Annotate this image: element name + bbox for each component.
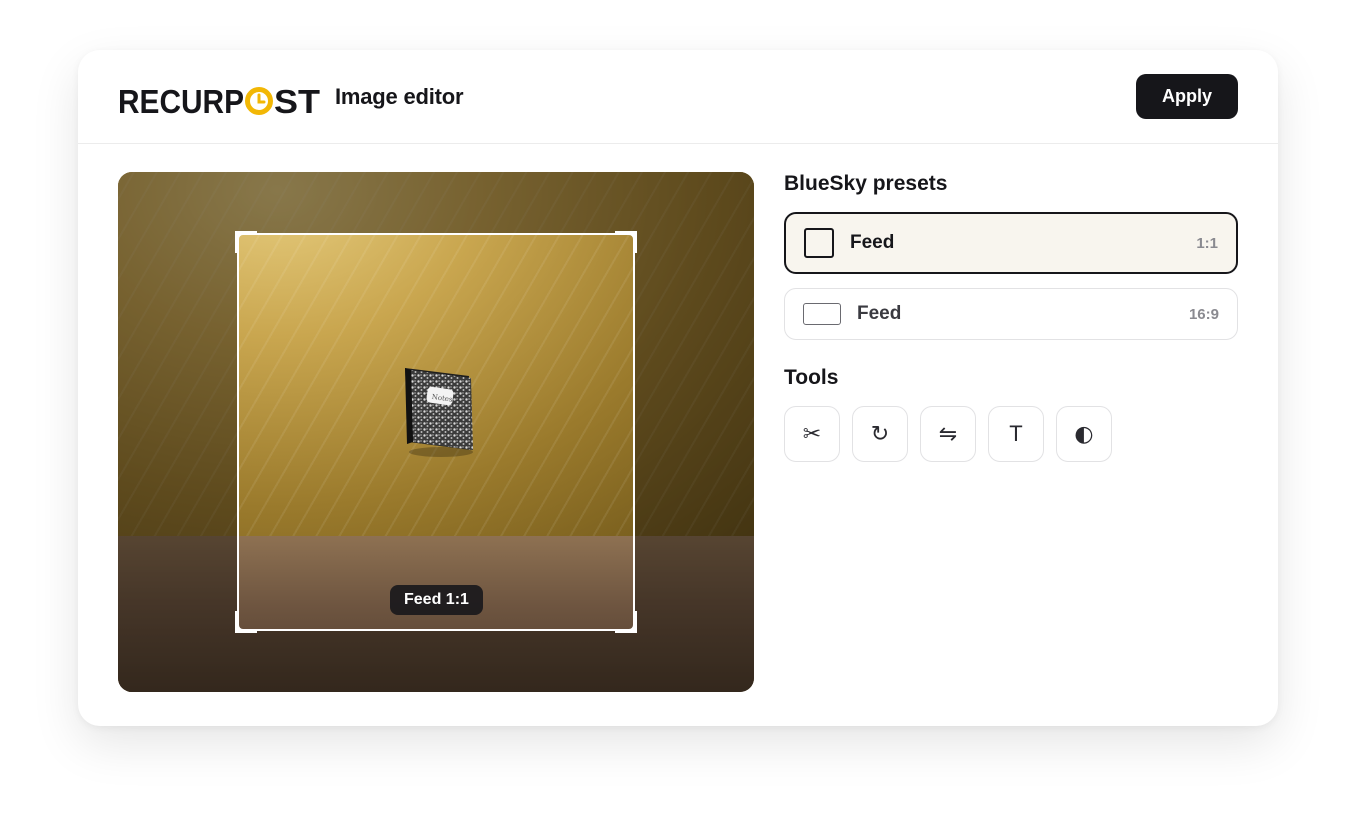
preset-ratio: 16:9 [1188, 305, 1219, 323]
contrast-icon: ◐ [1074, 421, 1094, 447]
presets-title: BlueSky presets [784, 172, 948, 195]
preset-name: Feed [857, 303, 902, 324]
flip-tool-button[interactable]: ⇋ [920, 406, 976, 462]
crop-handle-top-left[interactable] [235, 231, 257, 253]
landscape-ratio-icon [803, 303, 841, 325]
crop-shade-top [118, 172, 754, 233]
tools-title: Tools [784, 366, 839, 389]
image-editor-dialog: RECURP ST Image editor Apply Notes Feed … [78, 50, 1278, 726]
header: RECURP ST Image editor Apply [78, 50, 1278, 144]
preset-feed-1-1[interactable]: Feed 1:1 [784, 212, 1238, 274]
recurpost-logo: RECURP ST [118, 81, 320, 117]
crop-tool-button[interactable]: ✂ [784, 406, 840, 462]
rotate-tool-button[interactable]: ↻ [852, 406, 908, 462]
preset-name: Feed [850, 232, 895, 253]
image-preview[interactable]: Notes Feed 1:1 [118, 172, 754, 692]
page-title: Image editor [335, 84, 464, 109]
crop-handle-top-right[interactable] [615, 231, 637, 253]
settings-panel: BlueSky presets Feed 1:1 Feed 16:9 Tools… [784, 172, 1238, 462]
text-icon: T [1009, 421, 1023, 446]
square-ratio-icon [804, 228, 834, 258]
preset-ratio: 1:1 [1196, 234, 1218, 252]
crop-handle-bottom-left[interactable] [235, 611, 257, 633]
crop-size-badge: Feed 1:1 [390, 585, 483, 615]
rotate-icon: ↻ [870, 421, 890, 447]
crop-shade-left [118, 233, 237, 631]
crop-frame[interactable] [235, 231, 637, 633]
contrast-tool-button[interactable]: ◐ [1056, 406, 1112, 462]
crop-shade-right [635, 233, 754, 631]
crop-shade-bottom [118, 631, 754, 692]
scissors-icon: ✂ [802, 421, 822, 447]
text-tool-button[interactable]: T [988, 406, 1044, 462]
svg-text:ST: ST [274, 83, 320, 117]
svg-text:RECURP: RECURP [118, 83, 244, 117]
crop-handle-bottom-right[interactable] [615, 611, 637, 633]
flip-icon: ⇋ [938, 421, 958, 447]
apply-button[interactable]: Apply [1136, 74, 1238, 119]
tools-toolbar: ✂ ↻ ⇋ T ◐ [784, 406, 1112, 462]
preset-feed-16-9[interactable]: Feed 16:9 [784, 288, 1238, 340]
